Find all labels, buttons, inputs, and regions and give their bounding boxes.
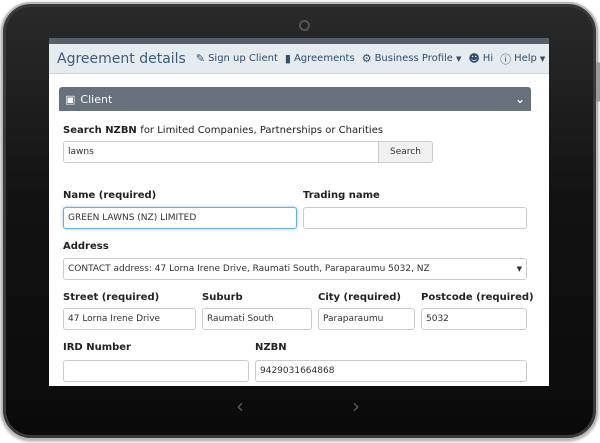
cogs-icon: ⚙ (361, 52, 372, 65)
suburb-label: Suburb (202, 292, 243, 303)
address-select-value: CONTACT address: 47 Lorna Irene Drive, R… (68, 264, 430, 274)
ird-number-label: IRD Number (63, 342, 131, 353)
camera-icon (299, 20, 310, 31)
nav-user-label: Hi (482, 53, 494, 64)
search-input[interactable]: lawns (63, 141, 379, 163)
nzbn-field[interactable]: 9429031664868 (255, 360, 527, 382)
city-label: City (required) (318, 292, 401, 303)
nav-business-profile[interactable]: ⚙ Business Profile ▼ (362, 52, 462, 65)
postcode-field[interactable]: 5032 (421, 308, 527, 330)
trading-name-field[interactable] (303, 207, 527, 229)
search-button[interactable]: Search (378, 141, 433, 163)
ird-number-field[interactable] (63, 360, 249, 382)
trading-name-label: Trading name (303, 190, 380, 201)
street-field[interactable]: 47 Lorna Irene Drive (63, 308, 196, 330)
caret-down-icon: ▼ (539, 54, 546, 63)
postcode-label: Postcode (required) (421, 292, 534, 303)
briefcase-icon: ▣ (65, 92, 76, 106)
help-icon: ⓘ (500, 52, 512, 66)
page-title: Agreement details (57, 50, 186, 67)
select-arrow-icon: ▼ (516, 265, 522, 273)
chevron-left-icon: ‹ (236, 394, 244, 418)
chevron-right-icon: › (352, 394, 360, 418)
nav-help-label: Help (514, 53, 537, 64)
caret-down-icon: ▼ (455, 54, 462, 63)
street-label: Street (required) (63, 292, 160, 303)
book-icon: ▮ (284, 52, 291, 65)
nav-sign-up-client[interactable]: ✎ Sign up Client (196, 52, 278, 65)
nav-user[interactable]: ☻ Hi (468, 52, 493, 65)
nav-agreements-label: Agreements (293, 53, 355, 64)
search-nzbn-label-rest: for Limited Companies, Partnerships or C… (140, 125, 384, 136)
nav-agreements[interactable]: ▮ Agreements (285, 52, 355, 65)
chevron-down-icon: ⌄ (514, 92, 525, 106)
name-field[interactable]: GREEN LAWNS (NZ) LIMITED (63, 207, 297, 229)
main-content: ▣ Client ⌄ Search NZBN for Limited Compa… (59, 87, 534, 382)
user-icon: ☻ (468, 52, 480, 65)
search-nzbn-label: Search NZBN for Limited Companies, Partn… (63, 125, 383, 136)
suburb-field[interactable]: Raumati South (202, 308, 312, 330)
tablet-side-button (596, 62, 600, 102)
address-select[interactable]: CONTACT address: 47 Lorna Irene Drive, R… (63, 258, 527, 280)
client-section-header[interactable]: ▣ Client ⌄ (59, 87, 531, 111)
city-field[interactable]: Paraparaumu (318, 308, 415, 330)
nav-sign-up-client-label: Sign up Client (208, 53, 278, 64)
screen: Agreement details ✎ Sign up Client ▮ Agr… (49, 38, 549, 386)
edit-icon: ✎ (195, 52, 206, 65)
name-label: Name (required) (63, 190, 157, 201)
nav-help[interactable]: ⓘ Help ▼ (500, 51, 545, 67)
nav-business-profile-label: Business Profile (374, 53, 453, 64)
nzbn-label: NZBN (255, 342, 287, 353)
client-section-title: Client (80, 92, 113, 106)
app-header: Agreement details ✎ Sign up Client ▮ Agr… (49, 44, 549, 74)
address-label: Address (63, 241, 109, 252)
search-nzbn-label-bold: Search NZBN (63, 125, 137, 136)
